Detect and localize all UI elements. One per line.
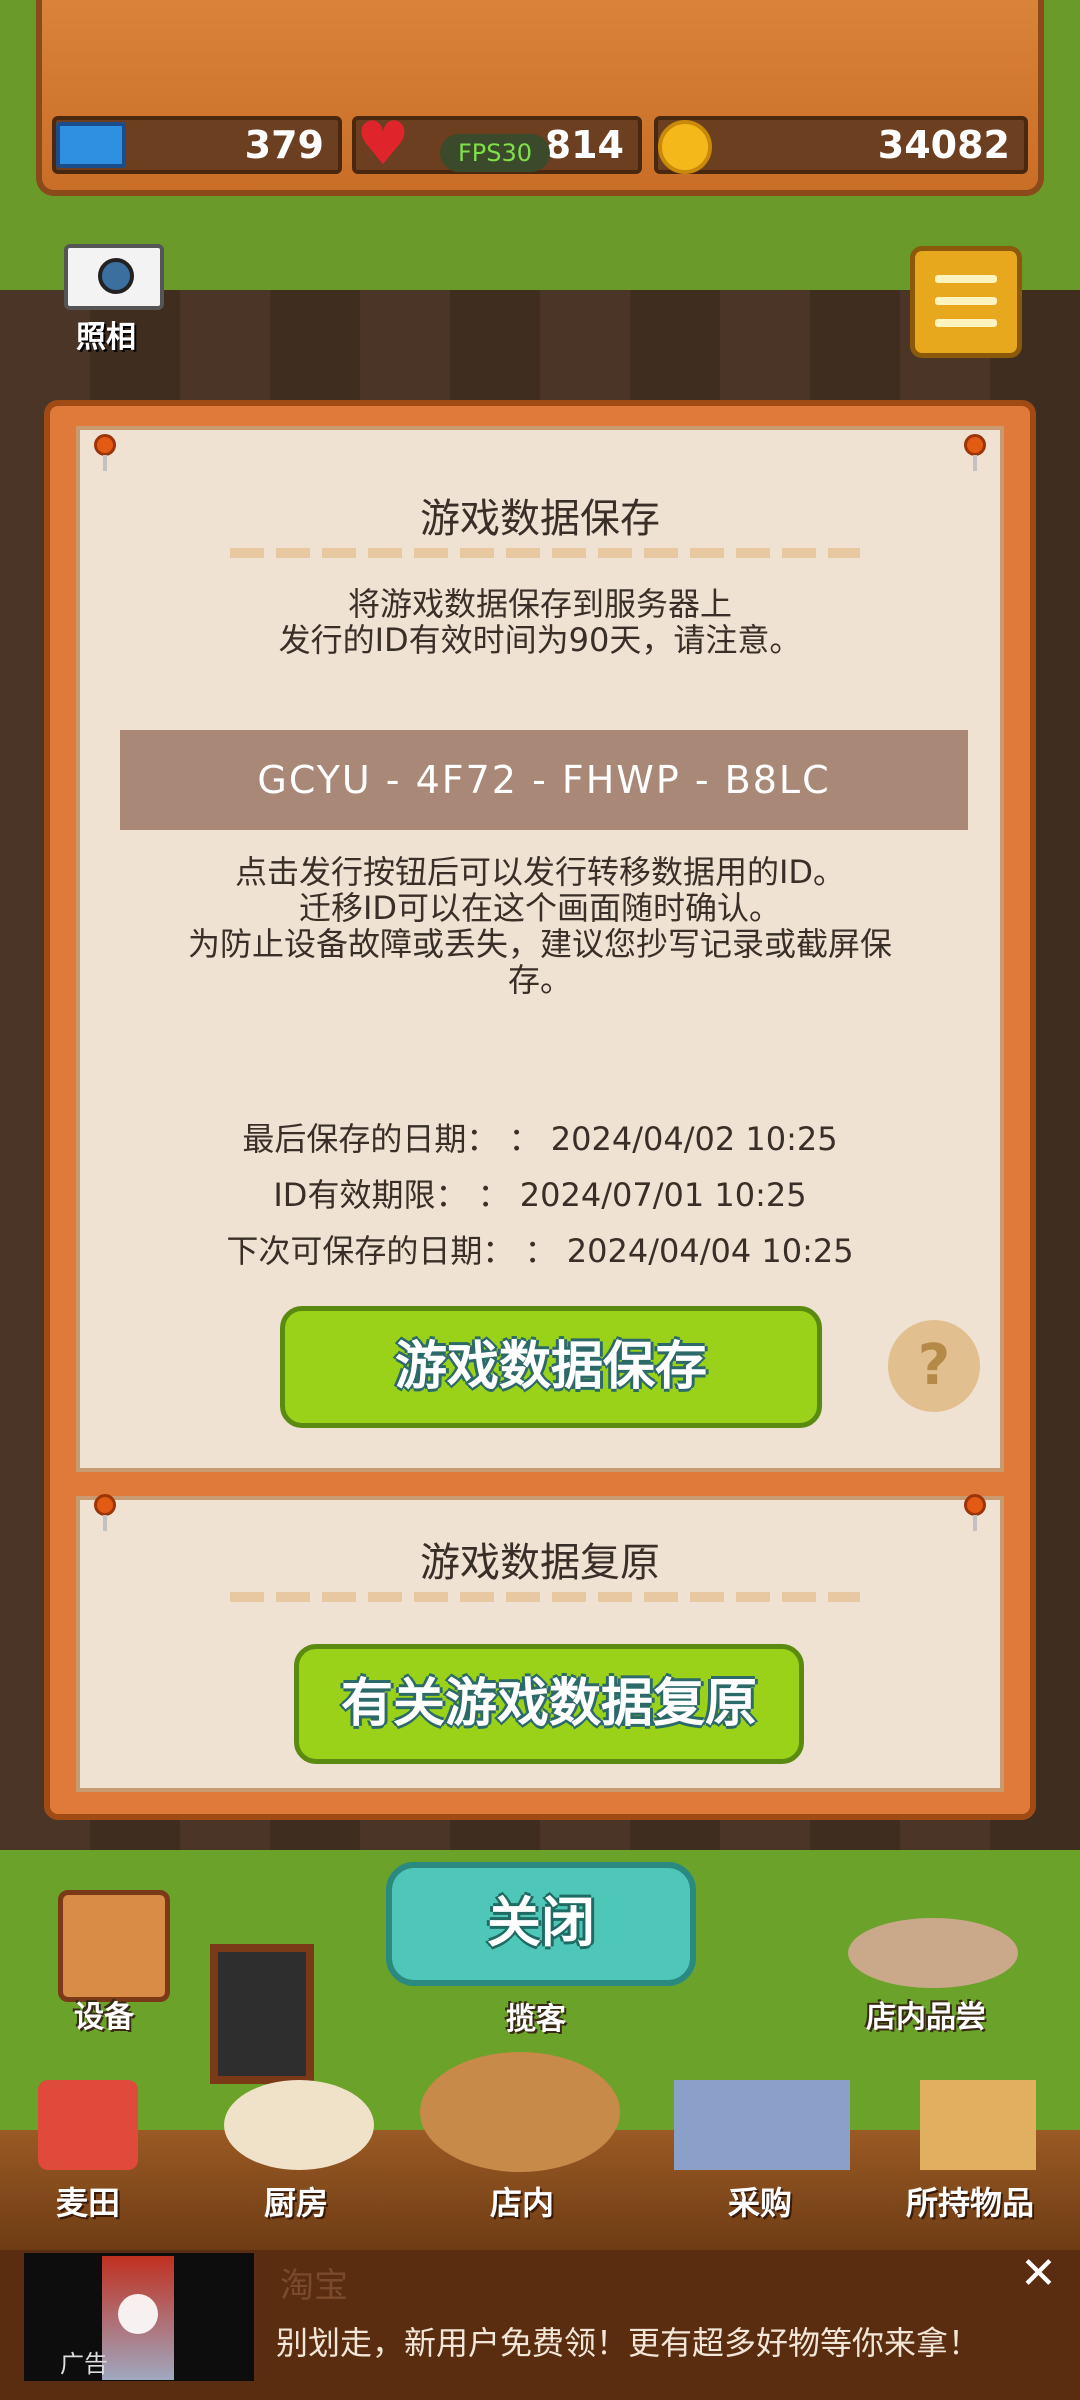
camera-button[interactable] <box>64 244 164 310</box>
pin-icon <box>964 434 986 471</box>
ad-brand: 淘宝 <box>280 2266 348 2306</box>
heart-icon: ♥ <box>356 109 410 179</box>
coin-icon <box>658 120 712 174</box>
next-save-date: 下次可保存的日期： ： 2024/04/04 10:25 <box>226 1232 854 1270</box>
ad-close-icon[interactable]: ✕ <box>1020 2248 1057 2299</box>
last-saved-date: 最后保存的日期： ： 2024/04/02 10:25 <box>242 1120 838 1158</box>
heart-count: 814 <box>544 123 624 167</box>
restore-panel: 游戏数据复原 有关游戏数据复原 <box>76 1494 1004 1792</box>
transfer-id-display[interactable]: GCYU - 4F72 - FHWP - B8LC <box>120 730 968 830</box>
help-button[interactable]: ? <box>888 1320 980 1412</box>
tasting-plate-icon[interactable] <box>848 1918 1018 1988</box>
save-data-button[interactable]: 游戏数据保存 <box>280 1306 822 1428</box>
note-line-4: 存。 <box>507 961 572 999</box>
camera-label: 照相 <box>76 320 136 355</box>
ad-text[interactable]: 别划走，新用户免费领！更有超多好物等你来拿！ <box>276 2318 980 2364</box>
menu-icon <box>935 275 997 283</box>
fps-indicator: FPS30 <box>440 134 550 172</box>
restore-section-title: 游戏数据复原 <box>420 1540 660 1586</box>
note-line-3: 为防止设备故障或丢失，建议您抄写记录或截屏保 <box>187 925 892 963</box>
ticket-icon <box>56 122 126 168</box>
coin-count: 34082 <box>877 123 1010 167</box>
ad-tag: 广告 <box>60 2350 108 2378</box>
menu-button[interactable] <box>910 246 1022 358</box>
divider <box>230 1592 860 1602</box>
nav-inventory[interactable]: 所持物品 <box>906 2178 1034 2224</box>
tasting-label: 店内品尝 <box>866 2000 986 2035</box>
pin-icon <box>964 1494 986 1531</box>
note-line-1: 点击发行按钮后可以发行转移数据用的ID。 <box>234 853 846 891</box>
note-line-2: 迁移ID可以在这个画面随时确认。 <box>298 889 782 927</box>
divider <box>230 548 860 558</box>
nav-wheat-field[interactable]: 麦田 <box>56 2178 120 2224</box>
nav-store[interactable]: 店内 <box>490 2178 554 2224</box>
equipment-label: 设备 <box>74 2000 134 2035</box>
restore-info-button[interactable]: 有关游戏数据复原 <box>294 1644 804 1764</box>
kitchen-icon[interactable] <box>224 2080 374 2170</box>
inventory-icon[interactable] <box>920 2080 1036 2170</box>
play-icon[interactable] <box>118 2294 158 2334</box>
attract-customers-label[interactable]: 揽客 <box>506 1994 566 2038</box>
nav-purchase[interactable]: 采购 <box>728 2178 792 2224</box>
equipment-icon[interactable] <box>58 1890 170 2002</box>
save-panel: 游戏数据保存 将游戏数据保存到服务器上 发行的ID有效时间为90天，请注意。 G… <box>76 426 1004 1472</box>
save-description-line-1: 将游戏数据保存到服务器上 <box>347 585 732 623</box>
nav-kitchen[interactable]: 厨房 <box>264 2178 328 2224</box>
id-expiry-date: ID有效期限： ： 2024/07/01 10:25 <box>273 1176 807 1214</box>
save-description-line-2: 发行的ID有效时间为90天，请注意。 <box>278 621 802 659</box>
data-save-dialog: 游戏数据保存 将游戏数据保存到服务器上 发行的ID有效时间为90天，请注意。 G… <box>44 400 1036 1820</box>
pin-icon <box>94 1494 116 1531</box>
ticket-count: 379 <box>244 123 324 167</box>
pin-icon <box>94 434 116 471</box>
purchase-icon[interactable] <box>674 2080 850 2170</box>
menu-board-icon <box>210 1944 314 2084</box>
close-button[interactable]: 关闭 <box>386 1862 696 1986</box>
wheat-field-icon[interactable] <box>38 2080 138 2170</box>
save-section-title: 游戏数据保存 <box>420 496 660 542</box>
store-icon[interactable] <box>420 2052 620 2172</box>
